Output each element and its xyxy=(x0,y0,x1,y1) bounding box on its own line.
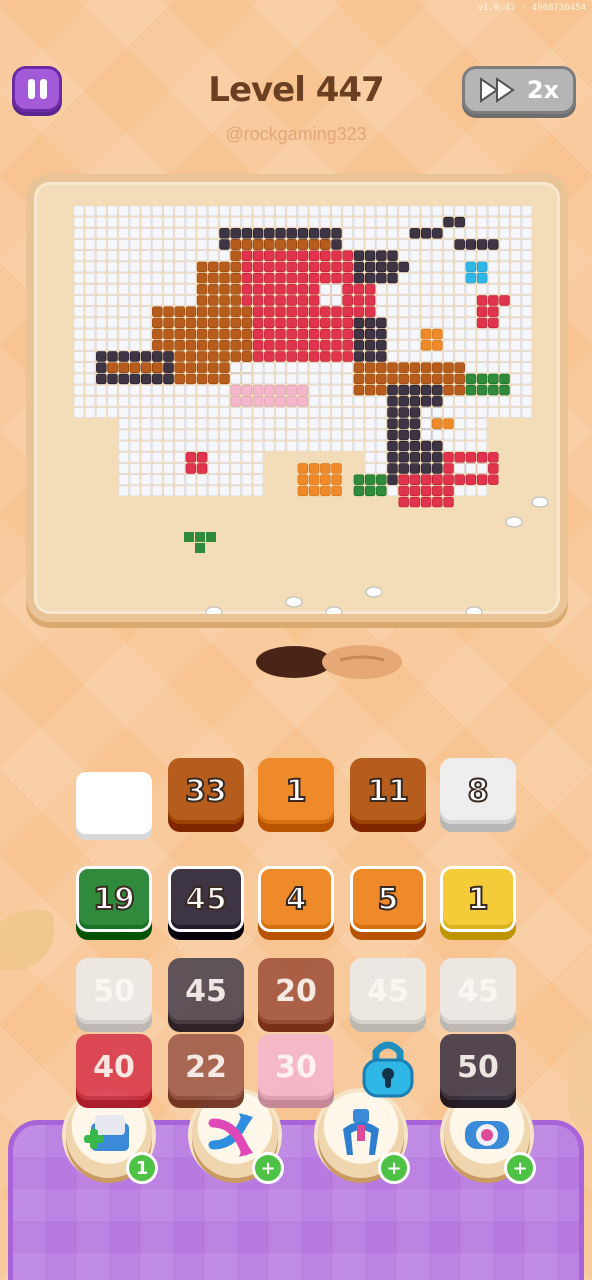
slot-tile-2-label: 1 xyxy=(285,773,308,810)
grid-tile-1-4-label: 45 xyxy=(457,973,499,1009)
decor-leaf xyxy=(0,910,54,970)
grid-tile-1-2-label: 20 xyxy=(275,973,317,1009)
grid-tile-1-2[interactable]: 20 xyxy=(258,958,334,1024)
booster-add-slot-badge: 1 xyxy=(126,1152,158,1184)
grid-tile-2-1-label: 22 xyxy=(185,1049,227,1085)
grid-tile-0-2-label: 4 xyxy=(285,881,308,918)
ant-hole xyxy=(256,645,402,679)
slot-tile-3[interactable]: 11 xyxy=(350,758,426,824)
booster-magnet-button[interactable]: + xyxy=(318,1092,410,1184)
grid-tile-1-0-label: 50 xyxy=(93,973,135,1009)
speed-label: 2x xyxy=(526,76,560,104)
grid-tile-2-2[interactable]: 30 xyxy=(258,1034,334,1100)
grid-tile-0-4-label: 1 xyxy=(467,881,490,918)
grid-tile-2-4[interactable]: 50 xyxy=(440,1034,516,1100)
empty-slot xyxy=(76,772,152,834)
grid-tile-0-4[interactable]: 1 xyxy=(440,866,516,932)
fast-forward-icon xyxy=(479,77,515,103)
grid-tile-2-0-label: 40 xyxy=(93,1049,135,1085)
grid-tile-0-0-label: 19 xyxy=(92,881,136,918)
slot-tile-1-label: 33 xyxy=(184,773,228,810)
pixel-art-board xyxy=(26,174,568,622)
speed-toggle-button[interactable]: 2x xyxy=(462,66,576,114)
grid-tile-2-1[interactable]: 22 xyxy=(168,1034,244,1100)
grid-tile-2-0[interactable]: 40 xyxy=(76,1034,152,1100)
decor-blob xyxy=(568,1020,592,1130)
lock-icon[interactable] xyxy=(350,1034,426,1100)
booster-shuffle-button[interactable]: + xyxy=(192,1092,284,1184)
grid-tile-0-1-label: 45 xyxy=(184,881,228,918)
pixel-art-canvas xyxy=(73,205,549,614)
slot-tile-4-label: 8 xyxy=(467,773,490,810)
grid-tile-2-4-label: 50 xyxy=(457,1049,499,1085)
slot-tile-2[interactable]: 1 xyxy=(258,758,334,824)
booster-paint-badge: + xyxy=(504,1152,536,1184)
slot-tile-3-label: 11 xyxy=(366,773,410,810)
grid-tile-1-0[interactable]: 50 xyxy=(76,958,152,1024)
grid-tile-0-1[interactable]: 45 xyxy=(168,866,244,932)
grid-tile-1-1[interactable]: 45 xyxy=(168,958,244,1024)
slot-tile-1[interactable]: 33 xyxy=(168,758,244,824)
grid-tile-0-3-label: 5 xyxy=(377,881,400,918)
watermark-text: @rockgaming323 xyxy=(225,124,367,144)
slot-tile-4[interactable]: 8 xyxy=(440,758,516,824)
grid-tile-1-3-label: 45 xyxy=(367,973,409,1009)
booster-add-slot-button[interactable]: 1 xyxy=(66,1092,158,1184)
grid-tile-0-3[interactable]: 5 xyxy=(350,866,426,932)
grid-tile-0-2[interactable]: 4 xyxy=(258,866,334,932)
grid-tile-2-2-label: 30 xyxy=(275,1049,317,1085)
booster-magnet-badge: + xyxy=(378,1152,410,1184)
grid-tile-1-1-label: 45 xyxy=(185,973,227,1009)
grid-tile-1-3[interactable]: 45 xyxy=(350,958,426,1024)
booster-shuffle-badge: + xyxy=(252,1152,284,1184)
grid-tile-0-0[interactable]: 19 xyxy=(76,866,152,932)
version-label: v1.0.42 - 4908736454 xyxy=(477,3,586,13)
booster-paint-button[interactable]: + xyxy=(444,1092,536,1184)
grid-tile-1-4[interactable]: 45 xyxy=(440,958,516,1024)
